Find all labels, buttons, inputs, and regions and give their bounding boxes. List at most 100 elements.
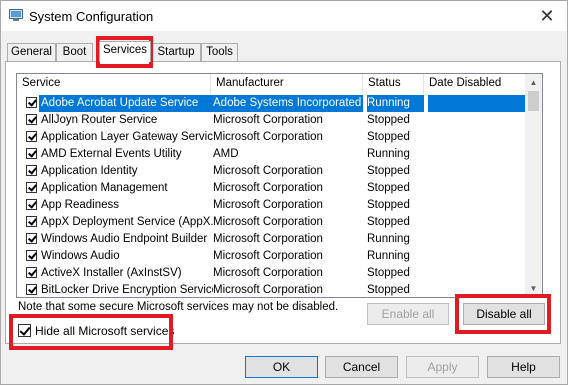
service-manufacturer: Microsoft Corporation (213, 131, 323, 143)
service-name: App Readiness (41, 199, 119, 211)
table-row[interactable]: Application Identity Microsoft Corporatio… (17, 163, 527, 180)
window-title: System Configuration (29, 9, 154, 24)
service-status: Stopped (367, 284, 410, 296)
service-name: Application Identity (41, 165, 138, 177)
service-status: Running (367, 148, 410, 160)
hide-microsoft-services-label: Hide all Microsoft services (35, 324, 175, 338)
service-manufacturer: Microsoft Corporation (213, 216, 323, 228)
tab-tools[interactable]: Tools (201, 43, 238, 61)
column-header-date-disabled[interactable]: Date Disabled (424, 74, 527, 94)
service-date (428, 282, 527, 297)
help-button[interactable]: Help (487, 356, 560, 378)
column-header-manufacturer[interactable]: Manufacturer (211, 74, 363, 94)
service-manufacturer: Microsoft Corporation (213, 182, 323, 194)
service-date (428, 146, 527, 163)
service-date (428, 180, 527, 197)
service-name: AMD External Events Utility (41, 148, 182, 160)
service-checkbox[interactable] (26, 250, 37, 261)
service-status: Running (367, 250, 410, 262)
service-checkbox[interactable] (26, 199, 37, 210)
service-name: Application Management (41, 182, 168, 194)
service-status: Running (367, 233, 410, 245)
scroll-down-icon[interactable]: ▼ (525, 280, 542, 297)
service-name: BitLocker Drive Encryption Service (41, 284, 213, 296)
service-date (428, 197, 527, 214)
secure-services-note: Note that some secure Microsoft services… (18, 301, 339, 313)
service-checkbox[interactable] (26, 114, 37, 125)
service-status: Stopped (367, 267, 410, 279)
service-manufacturer: Adobe Systems Incorporated (213, 95, 363, 112)
apply-button[interactable]: Apply (406, 356, 479, 378)
service-checkbox[interactable] (26, 97, 37, 108)
scroll-up-icon[interactable]: ▲ (525, 74, 542, 91)
service-status: Running (367, 95, 424, 112)
tab-general[interactable]: General (7, 43, 56, 61)
service-date (428, 248, 527, 265)
service-date (428, 129, 527, 146)
service-manufacturer: Microsoft Corporation (213, 267, 323, 279)
service-status: Stopped (367, 165, 410, 177)
table-row[interactable]: App Readiness Microsoft Corporation Stoppe… (17, 197, 527, 214)
service-checkbox[interactable] (26, 131, 37, 142)
service-manufacturer: Microsoft Corporation (213, 114, 323, 126)
enable-all-button[interactable]: Enable all (367, 303, 449, 325)
table-row[interactable]: Application Management Microsoft Corporat… (17, 180, 527, 197)
title-bar: System Configuration ✕ (1, 1, 567, 31)
scroll-thumb[interactable] (528, 91, 539, 111)
table-row[interactable]: Adobe Acrobat Update Service Adobe System… (17, 95, 527, 112)
table-row[interactable]: BitLocker Drive Encryption Service Micros… (17, 282, 527, 297)
service-date (428, 163, 527, 180)
service-name: AppX Deployment Service (AppX... (41, 216, 213, 228)
service-checkbox[interactable] (26, 182, 37, 193)
service-manufacturer: Microsoft Corporation (213, 284, 323, 296)
table-row[interactable]: AllJoyn Router Service Microsoft Corporat… (17, 112, 527, 129)
service-checkbox[interactable] (26, 267, 37, 278)
service-date (428, 214, 527, 231)
service-manufacturer: Microsoft Corporation (213, 250, 323, 262)
services-list[interactable]: Service Manufacturer Status Date Disable… (16, 73, 543, 298)
service-date (428, 112, 527, 129)
service-status: Stopped (367, 182, 410, 194)
disable-all-button[interactable]: Disable all (463, 303, 545, 325)
table-row[interactable]: ActiveX Installer (AxInstSV) Microsoft Co… (17, 265, 527, 282)
ok-button[interactable]: OK (245, 356, 318, 378)
tab-services[interactable]: Services (99, 41, 151, 62)
service-checkbox[interactable] (26, 284, 37, 295)
service-checkbox[interactable] (26, 148, 37, 159)
service-name: AllJoyn Router Service (41, 114, 158, 126)
column-header-service[interactable]: Service (17, 74, 211, 94)
service-name: Application Layer Gateway Service (41, 131, 213, 143)
table-row[interactable]: Application Layer Gateway Service Microso… (17, 129, 527, 146)
table-row[interactable]: Windows Audio Microsoft Corporation Runnin… (17, 248, 527, 265)
service-manufacturer: AMD (213, 148, 239, 160)
list-header: Service Manufacturer Status Date Disable… (17, 74, 527, 94)
service-manufacturer: Microsoft Corporation (213, 165, 323, 177)
service-checkbox[interactable] (26, 216, 37, 227)
service-date (428, 95, 527, 112)
tab-startup[interactable]: Startup (151, 43, 201, 61)
table-row[interactable]: Windows Audio Endpoint Builder Microsoft … (17, 231, 527, 248)
vertical-scrollbar[interactable]: ▲ ▼ (525, 74, 542, 297)
service-manufacturer: Microsoft Corporation (213, 199, 323, 211)
service-status: Stopped (367, 114, 410, 126)
service-name: ActiveX Installer (AxInstSV) (41, 267, 182, 279)
service-manufacturer: Microsoft Corporation (213, 233, 323, 245)
msconfig-icon (9, 9, 23, 21)
close-icon[interactable]: ✕ (527, 1, 567, 31)
service-date (428, 231, 527, 248)
service-status: Stopped (367, 131, 410, 143)
service-date (428, 265, 527, 282)
checkbox-box[interactable] (18, 324, 31, 337)
system-configuration-window: System Configuration ✕ General Boot Serv… (0, 0, 568, 385)
column-header-status[interactable]: Status (363, 74, 424, 94)
service-name: Windows Audio (41, 250, 120, 262)
cancel-button[interactable]: Cancel (325, 356, 398, 378)
service-status: Stopped (367, 216, 410, 228)
table-row[interactable]: AppX Deployment Service (AppX... Microsof… (17, 214, 527, 231)
service-name: Adobe Acrobat Update Service (39, 95, 213, 112)
tab-boot[interactable]: Boot (56, 43, 93, 61)
service-checkbox[interactable] (26, 233, 37, 244)
service-status: Stopped (367, 199, 410, 211)
table-row[interactable]: AMD External Events Utility AMD Running (17, 146, 527, 163)
service-checkbox[interactable] (26, 165, 37, 176)
